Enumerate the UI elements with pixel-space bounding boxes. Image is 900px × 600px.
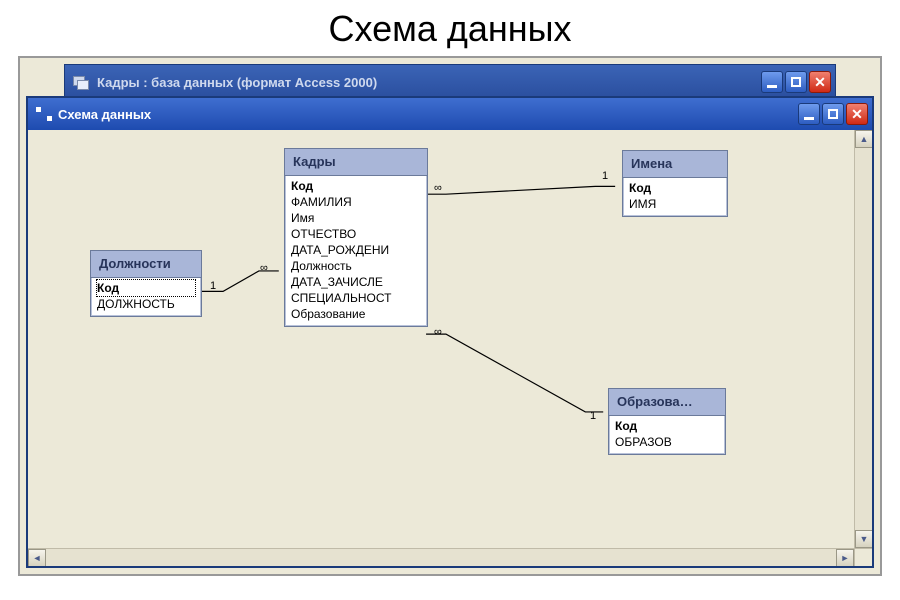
field-item[interactable]: Должность — [291, 258, 421, 274]
chevron-up-icon: ▲ — [860, 134, 869, 144]
minimize-button[interactable] — [761, 71, 783, 93]
page-title: Схема данных — [0, 0, 900, 56]
table-header[interactable]: Имена — [623, 151, 727, 178]
schema-window-title: Схема данных — [58, 107, 151, 122]
table-imena[interactable]: Имена Код ИМЯ — [622, 150, 728, 217]
chevron-down-icon: ▼ — [860, 534, 869, 544]
maximize-icon — [791, 77, 801, 87]
field-item[interactable]: Код — [629, 180, 721, 196]
maximize-button[interactable] — [785, 71, 807, 93]
database-icon — [73, 74, 91, 90]
close-button[interactable]: ✕ — [846, 103, 868, 125]
field-item[interactable]: ИМЯ — [629, 196, 721, 212]
field-item[interactable]: ФАМИЛИЯ — [291, 194, 421, 210]
chevron-right-icon: ► — [841, 553, 850, 563]
minimize-icon — [767, 85, 777, 88]
scrollbar-track[interactable] — [46, 549, 836, 566]
field-item[interactable]: Имя — [291, 210, 421, 226]
table-header[interactable]: Должности — [91, 251, 201, 278]
field-item[interactable]: СПЕЦИАЛЬНОСТ — [291, 290, 421, 306]
relation-cardinality: ∞ — [434, 326, 442, 338]
field-item[interactable]: ОТЧЕСТВО — [291, 226, 421, 242]
scrollbar-track[interactable] — [855, 148, 872, 530]
relation-cardinality: ∞ — [260, 262, 268, 274]
table-fields: Код ИМЯ — [623, 178, 727, 216]
table-kadry[interactable]: Кадры Код ФАМИЛИЯ Имя ОТЧЕСТВО ДАТА_РОЖД… — [284, 148, 428, 327]
db-window-title: Кадры : база данных (формат Access 2000) — [97, 75, 377, 90]
scroll-up-button[interactable]: ▲ — [855, 130, 872, 148]
table-fields: Код ОБРАЗОВ — [609, 416, 725, 454]
field-item[interactable]: ДОЛЖНОСТЬ — [97, 296, 195, 312]
vertical-scrollbar[interactable]: ▲ ▼ — [854, 130, 872, 548]
scroll-left-button[interactable]: ◄ — [28, 549, 46, 566]
minimize-icon — [804, 117, 814, 120]
scrollbar-corner — [854, 548, 872, 566]
outer-frame: Кадры : база данных (формат Access 2000)… — [18, 56, 882, 576]
close-icon: ✕ — [851, 107, 863, 121]
field-item[interactable]: Код — [97, 280, 195, 296]
relationships-icon — [36, 107, 52, 121]
table-dolzhnosti[interactable]: Должности Код ДОЛЖНОСТЬ — [90, 250, 202, 317]
relation-cardinality: 1 — [602, 170, 608, 182]
field-item[interactable]: Код — [291, 178, 421, 194]
schema-window: Схема данных ✕ 1 ∞ ∞ 1 ∞ — [26, 96, 874, 568]
field-item[interactable]: Образование — [291, 306, 421, 322]
table-header[interactable]: Образова… — [609, 389, 725, 416]
scroll-right-button[interactable]: ► — [836, 549, 854, 566]
table-obrazova[interactable]: Образова… Код ОБРАЗОВ — [608, 388, 726, 455]
chevron-left-icon: ◄ — [33, 553, 42, 563]
maximize-icon — [828, 109, 838, 119]
field-item[interactable]: ДАТА_РОЖДЕНИ — [291, 242, 421, 258]
relation-cardinality: 1 — [590, 410, 596, 422]
relationships-canvas[interactable]: 1 ∞ ∞ 1 ∞ 1 Должности Код ДОЛЖНОСТЬ Кадр… — [28, 130, 854, 548]
field-item[interactable]: ОБРАЗОВ — [615, 434, 719, 450]
table-header[interactable]: Кадры — [285, 149, 427, 176]
relation-cardinality: 1 — [210, 280, 216, 292]
horizontal-scrollbar[interactable]: ◄ ► — [28, 548, 854, 566]
maximize-button[interactable] — [822, 103, 844, 125]
scroll-down-button[interactable]: ▼ — [855, 530, 872, 548]
relation-cardinality: ∞ — [434, 182, 442, 194]
field-item[interactable]: Код — [615, 418, 719, 434]
field-item[interactable]: ДАТА_ЗАЧИСЛЕ — [291, 274, 421, 290]
minimize-button[interactable] — [798, 103, 820, 125]
db-window-titlebar: Кадры : база данных (формат Access 2000)… — [64, 64, 836, 100]
table-fields: Код ФАМИЛИЯ Имя ОТЧЕСТВО ДАТА_РОЖДЕНИ До… — [285, 176, 427, 326]
table-fields: Код ДОЛЖНОСТЬ — [91, 278, 201, 316]
schema-body: 1 ∞ ∞ 1 ∞ 1 Должности Код ДОЛЖНОСТЬ Кадр… — [28, 130, 872, 566]
schema-titlebar[interactable]: Схема данных ✕ — [28, 98, 872, 130]
close-icon: ✕ — [814, 75, 826, 89]
close-button[interactable]: ✕ — [809, 71, 831, 93]
